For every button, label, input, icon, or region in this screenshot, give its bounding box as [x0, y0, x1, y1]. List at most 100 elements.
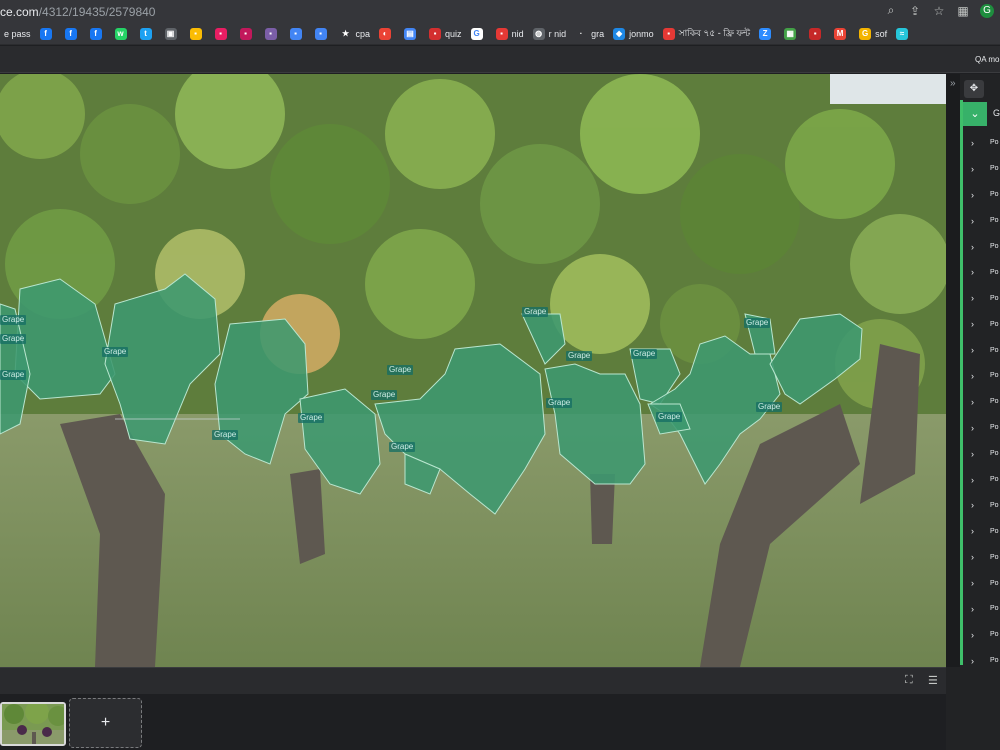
bookmark-item[interactable]: ★ cpa	[339, 27, 370, 40]
grape-label[interactable]: Grape	[744, 318, 771, 328]
chevron-right-icon[interactable]: ›	[971, 526, 983, 536]
star-icon[interactable]: ☆	[932, 4, 946, 18]
list-item[interactable]: › Po	[963, 234, 999, 260]
list-item[interactable]: › Po	[963, 596, 999, 622]
list-item[interactable]: › Po	[963, 441, 999, 467]
bookmark-item[interactable]: w	[114, 27, 131, 40]
bookmark-item[interactable]: ▪	[314, 27, 331, 40]
filter-icon[interactable]: ☰	[928, 674, 938, 687]
bookmark-item[interactable]: Gsof	[859, 27, 887, 40]
bookmark-item[interactable]: M	[834, 27, 850, 40]
list-item[interactable]: › Po	[963, 415, 999, 441]
chevron-down-icon[interactable]: ⌄	[963, 102, 987, 126]
chevron-right-icon[interactable]: ›	[971, 630, 983, 640]
bookmark-item[interactable]: ▪	[264, 27, 281, 40]
chevron-right-icon[interactable]: ›	[971, 190, 983, 200]
grape-label[interactable]: Grape	[212, 430, 239, 440]
chevron-right-icon[interactable]: ›	[971, 423, 983, 433]
qa-mode-label[interactable]: QA mo	[975, 55, 999, 64]
list-item[interactable]: › Po	[963, 622, 999, 648]
grape-label[interactable]: Grape	[0, 334, 27, 344]
grape-label[interactable]: Grape	[546, 398, 573, 408]
bookmark-item[interactable]: G	[470, 27, 487, 40]
bookmark-item[interactable]: ▪	[239, 27, 256, 40]
chevron-right-icon[interactable]: ›	[971, 267, 983, 277]
chevron-right-icon[interactable]: ›	[971, 345, 983, 355]
list-item[interactable]: › Po	[963, 492, 999, 518]
list-item[interactable]: › Po	[963, 467, 999, 493]
bookmark-item[interactable]: ▪	[189, 27, 206, 40]
bookmark-item[interactable]: ▪ nid	[495, 27, 524, 40]
bookmark-item[interactable]: f	[64, 27, 81, 40]
share-icon[interactable]: ⇪	[908, 4, 922, 18]
grape-label[interactable]: Grape	[631, 349, 658, 359]
grape-label[interactable]: Grape	[522, 307, 549, 317]
bookmark-item[interactable]: ◆ jonmo	[613, 27, 654, 40]
list-item[interactable]: › Po	[963, 259, 999, 285]
move-tool-icon[interactable]: ✥	[964, 80, 984, 98]
image-thumbnail[interactable]	[0, 702, 66, 746]
list-item[interactable]: › Po	[963, 544, 999, 570]
chevron-right-icon[interactable]: ›	[971, 578, 983, 588]
list-item[interactable]: › Po	[963, 389, 999, 415]
grape-label[interactable]: Grape	[656, 412, 683, 422]
bookmark-item[interactable]: ▪	[809, 27, 825, 40]
bookmark-item[interactable]: ▪ সাকিব ৭৫ - ফ্রি ফন্ট	[662, 26, 750, 41]
bookmark-item[interactable]: ▣	[164, 27, 181, 40]
grape-label[interactable]: Grape	[0, 370, 27, 380]
bookmark-item[interactable]: ▪ quiz	[429, 27, 462, 40]
chevron-right-icon[interactable]: ›	[971, 319, 983, 329]
chevron-right-icon[interactable]: ›	[971, 397, 983, 407]
list-item[interactable]: › Po	[963, 208, 999, 234]
grape-label[interactable]: Grape	[102, 347, 129, 357]
bookmark-item[interactable]: ▪	[214, 27, 231, 40]
grape-label[interactable]: Grape	[0, 315, 27, 325]
bookmark-item[interactable]: · gra	[575, 27, 604, 40]
chevron-right-icon[interactable]: ›	[971, 552, 983, 562]
chevron-right-icon[interactable]: ›	[971, 656, 983, 666]
list-item[interactable]: › Po	[963, 363, 999, 389]
collapse-icon[interactable]: »	[950, 78, 956, 89]
list-item[interactable]: › Po	[963, 311, 999, 337]
extensions-icon[interactable]: ▦	[956, 4, 970, 18]
chevron-right-icon[interactable]: ›	[971, 500, 983, 510]
bookmark-item[interactable]: ≈	[896, 27, 912, 40]
list-item[interactable]: › Po	[963, 156, 999, 182]
bookmark-item[interactable]: ◍ r nid	[532, 27, 566, 40]
bookmark-item[interactable]: ▦	[784, 27, 800, 40]
grape-label[interactable]: Grape	[298, 413, 325, 423]
bookmark-item[interactable]: ▪	[289, 27, 306, 40]
zoom-icon[interactable]: ⌕	[884, 3, 898, 18]
profile-icon[interactable]: G	[980, 3, 994, 18]
list-item[interactable]: › Po	[963, 518, 999, 544]
list-item-selected[interactable]: ⌄ G	[963, 102, 1000, 126]
url-text[interactable]: ce.com/4312/19435/2579840	[0, 5, 155, 19]
bookmark-item[interactable]: f	[39, 27, 56, 40]
add-image-button[interactable]: +	[69, 698, 142, 748]
chevron-right-icon[interactable]: ›	[971, 138, 983, 148]
bookmark-item[interactable]: ◐	[379, 27, 395, 40]
grape-label[interactable]: Grape	[756, 402, 783, 412]
list-item[interactable]: › Po	[963, 285, 999, 311]
bookmark-item[interactable]: ▤	[404, 27, 420, 40]
address-bar[interactable]: ce.com/4312/19435/2579840 ⌕ ⇪ ☆ ▦ G	[0, 0, 1000, 23]
bookmark-item[interactable]: e pass	[4, 29, 31, 39]
bookmark-item[interactable]: t	[139, 27, 156, 40]
list-item[interactable]: › Po	[963, 130, 999, 156]
grape-label[interactable]: Grape	[387, 365, 414, 375]
chevron-right-icon[interactable]: ›	[971, 475, 983, 485]
chevron-right-icon[interactable]: ›	[971, 604, 983, 614]
chevron-right-icon[interactable]: ›	[971, 293, 983, 303]
grape-label[interactable]: Grape	[389, 442, 416, 452]
chevron-right-icon[interactable]: ›	[971, 371, 983, 381]
bookmark-item[interactable]: Z	[759, 27, 775, 40]
list-item[interactable]: › Po	[963, 337, 999, 363]
list-item[interactable]: › Po	[963, 570, 999, 596]
chevron-right-icon[interactable]: ›	[971, 216, 983, 226]
chevron-right-icon[interactable]: ›	[971, 449, 983, 459]
chevron-right-icon[interactable]: ›	[971, 164, 983, 174]
grape-label[interactable]: Grape	[566, 351, 593, 361]
annotation-canvas[interactable]: Grape Grape Grape Grape Grape Grape Grape Grape…	[0, 74, 946, 667]
grape-label[interactable]: Grape	[371, 390, 398, 400]
bookmark-item[interactable]: f	[89, 27, 106, 40]
